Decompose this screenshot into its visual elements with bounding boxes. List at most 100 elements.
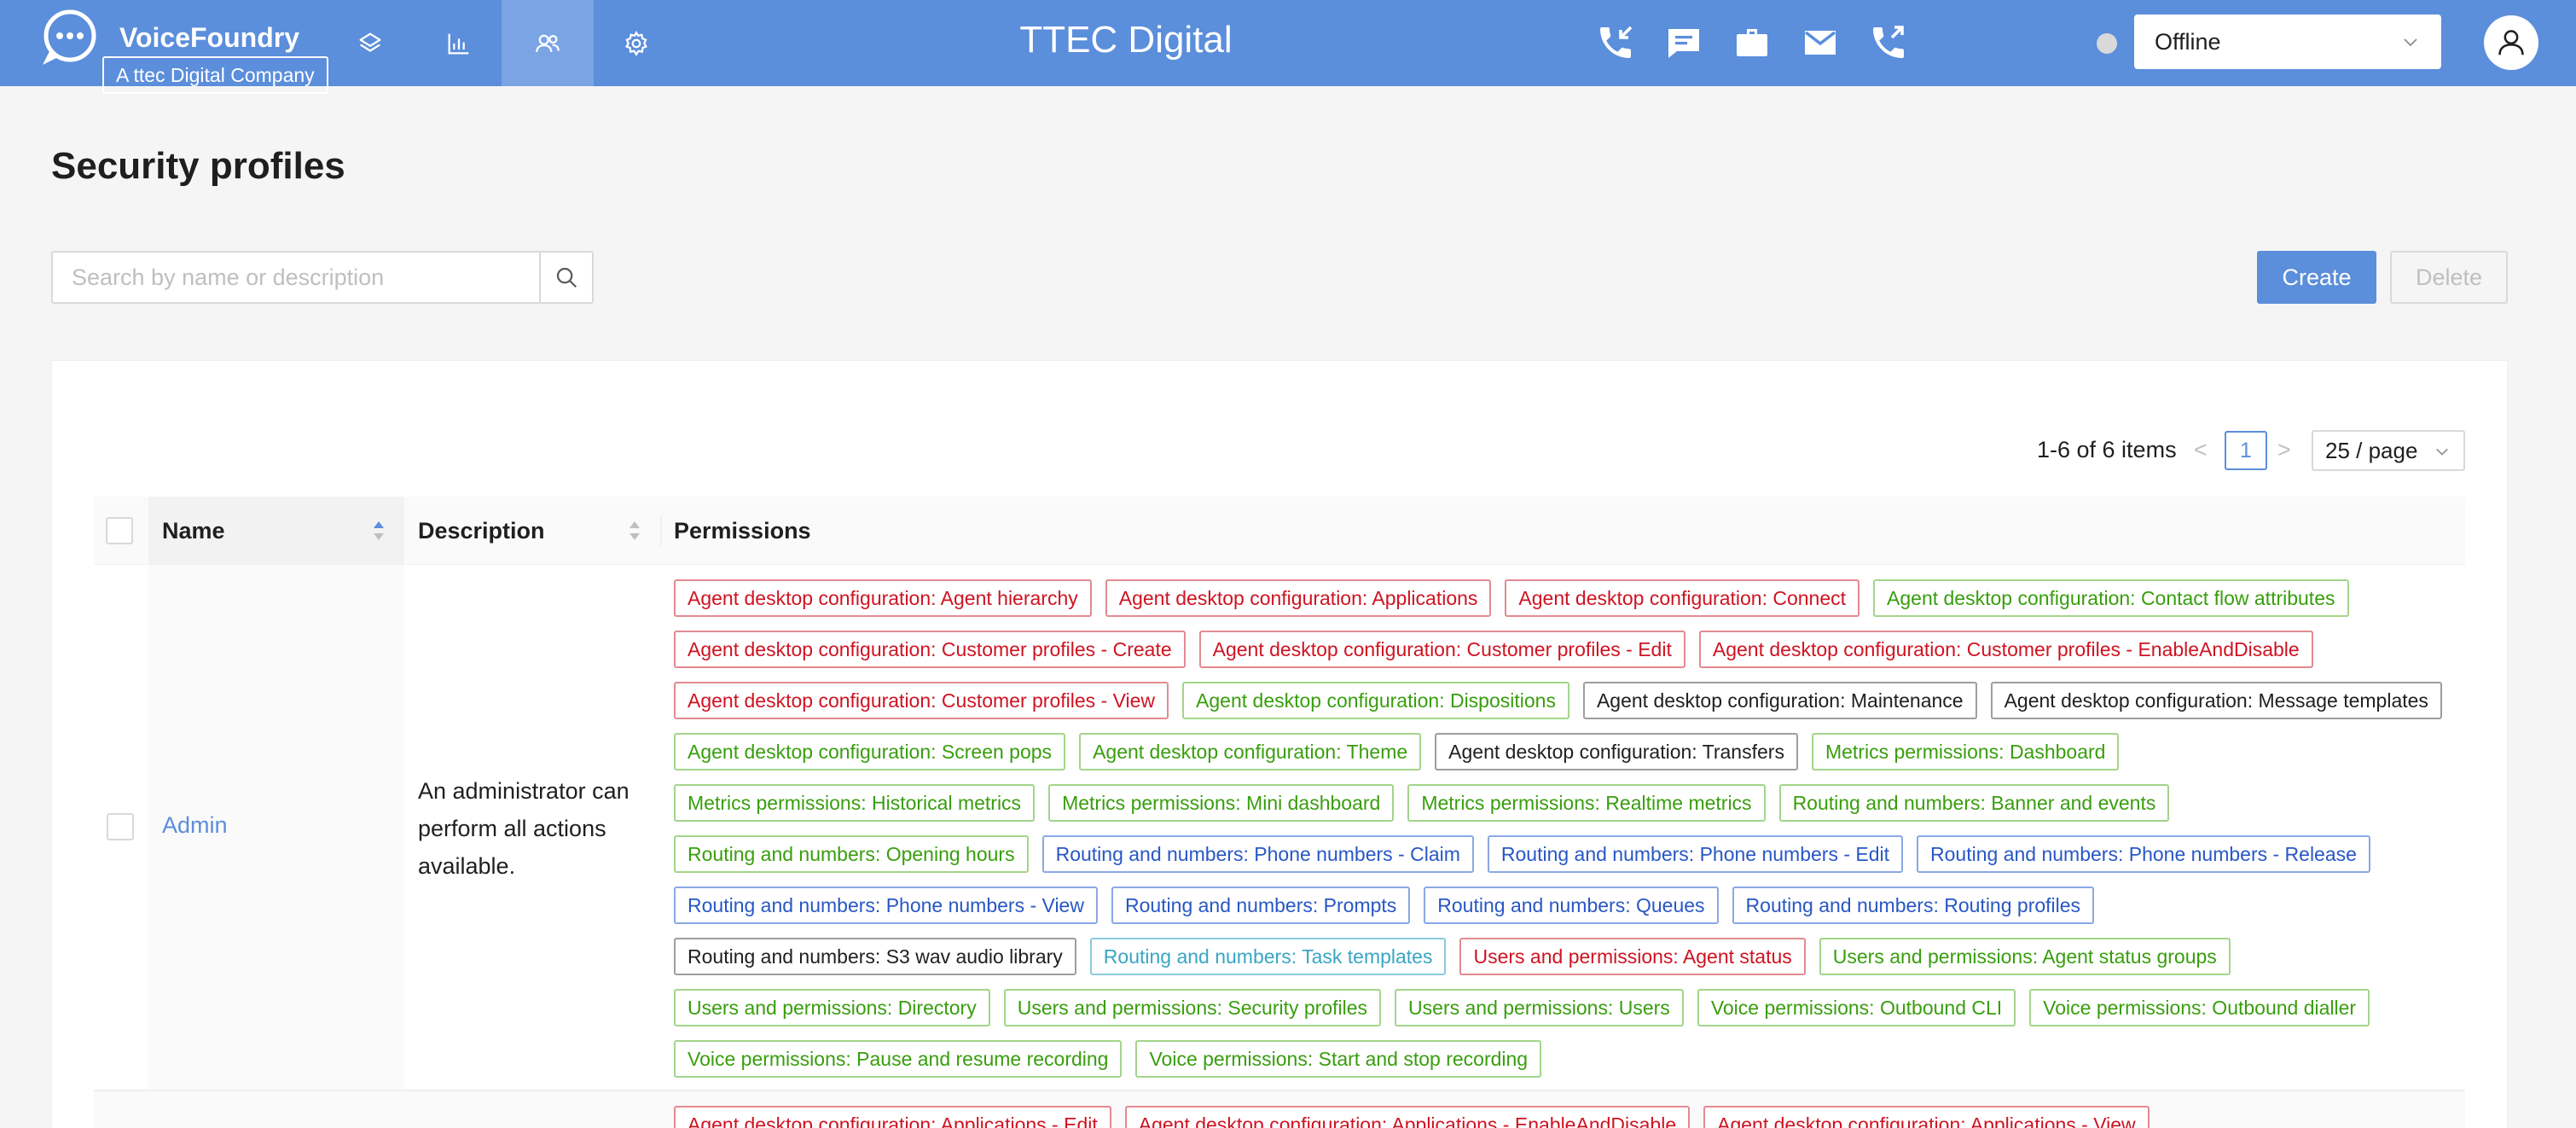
table-header: Name Description Permissions <box>94 497 2465 565</box>
permission-tag: Agent desktop configuration: Customer pr… <box>674 682 1169 719</box>
column-label-name: Name <box>162 517 225 544</box>
permission-tag: Users and permissions: Agent status <box>1459 938 1806 975</box>
chat-icon <box>1668 29 1699 58</box>
permission-tag: Voice permissions: Start and stop record… <box>1135 1040 1542 1078</box>
nav-settings[interactable] <box>590 0 682 86</box>
permission-tags: Agent desktop configuration: Agent hiera… <box>674 579 2457 1091</box>
page-title: Security profiles <box>51 145 345 187</box>
incoming-call-button[interactable] <box>1592 19 1639 67</box>
permission-tag: Routing and numbers: Banner and events <box>1778 784 2170 822</box>
column-label-description: Description <box>418 517 545 544</box>
pagination-total: 1-6 of 6 items <box>2037 437 2177 462</box>
chat-button[interactable] <box>1660 19 1708 67</box>
permission-tag: Agent desktop configuration: Customer pr… <box>1698 631 2313 668</box>
permission-tag: Agent desktop configuration: Message tem… <box>1990 682 2442 719</box>
permission-tag: Voice permissions: Pause and resume reco… <box>674 1040 1123 1078</box>
column-header-name[interactable]: Name <box>148 497 404 565</box>
permission-tag: Routing and numbers: Task templates <box>1089 938 1447 975</box>
permission-tag-row: Agent desktop configuration: Customer pr… <box>674 682 2457 733</box>
select-all-cell <box>106 497 148 565</box>
permission-tag: Agent desktop configuration: Connect <box>1505 579 1860 617</box>
permission-tag: Agent desktop configuration: Agent hiera… <box>674 579 1092 617</box>
sort-icon <box>374 521 384 540</box>
gear-icon <box>625 30 647 56</box>
select-all-checkbox[interactable] <box>106 517 133 544</box>
permission-tag-row: Users and permissions: Directory Users an… <box>674 989 2457 1040</box>
permission-tag: Agent desktop configuration: Disposition… <box>1182 682 1569 719</box>
permission-tag: Agent desktop configuration: Application… <box>1703 1106 2150 1128</box>
bar-chart-icon <box>448 33 469 54</box>
pagination-next-button[interactable]: > <box>2277 437 2291 463</box>
permission-tag: Metrics permissions: Historical metrics <box>674 784 1036 822</box>
email-icon <box>1804 31 1836 55</box>
user-icon <box>2498 30 2524 55</box>
layers-icon <box>359 32 381 52</box>
permission-tag-row: Agent desktop configuration: Customer pr… <box>674 631 2457 682</box>
pagination-prev-button[interactable]: < <box>2194 437 2208 463</box>
permission-tags: Agent desktop configuration: Application… <box>674 1106 2457 1128</box>
permission-tag-row: Routing and numbers: S3 wav audio librar… <box>674 938 2457 989</box>
permission-tag: Agent desktop configuration: Application… <box>1124 1106 1691 1128</box>
permission-tag-row: Routing and numbers: Phone numbers - Vie… <box>674 887 2457 938</box>
permission-tag: Agent desktop configuration: Application… <box>1105 579 1492 617</box>
permission-tag: Users and permissions: Directory <box>674 989 990 1026</box>
user-avatar-button[interactable] <box>2484 15 2538 70</box>
permission-tag: Metrics permissions: Dashboard <box>1811 733 2120 770</box>
nav-layers[interactable] <box>324 0 416 86</box>
search-button[interactable] <box>539 253 592 302</box>
tasks-button[interactable] <box>1728 19 1776 67</box>
brand-logo[interactable]: VoiceFoundry A ttec Digital Company <box>38 7 328 94</box>
nav-users[interactable] <box>502 0 594 86</box>
delete-button[interactable]: Delete <box>2390 251 2508 304</box>
status-indicator-dot <box>2097 33 2117 54</box>
pagination-page-1[interactable]: 1 <box>2225 431 2267 470</box>
permission-tag-row: Metrics permissions: Historical metrics M… <box>674 784 2457 835</box>
chevron-down-icon <box>2436 448 2448 456</box>
permission-tag: Agent desktop configuration: Customer pr… <box>1198 631 1685 668</box>
chevron-down-icon <box>2404 38 2417 47</box>
profile-description: An administrator can perform all actions… <box>418 778 629 879</box>
incoming-call-icon <box>1600 26 1633 58</box>
chat-bubble-logo-icon <box>43 9 96 65</box>
permission-tag: Voice permissions: Outbound dialler <box>2029 989 2370 1026</box>
outgoing-call-icon <box>1873 26 1904 58</box>
permission-tag-row: Agent desktop configuration: Application… <box>674 1106 2457 1128</box>
permission-tag: Routing and numbers: Queues <box>1424 887 1719 924</box>
permission-tag-row: Agent desktop configuration: Agent hiera… <box>674 579 2457 631</box>
permission-tag: Voice permissions: Outbound CLI <box>1697 989 2016 1026</box>
permission-tag: Routing and numbers: Phone numbers - Cla… <box>1041 835 1474 873</box>
create-button[interactable]: Create <box>2257 251 2376 304</box>
search-input[interactable] <box>53 253 542 302</box>
profile-name-link[interactable]: Admin <box>162 812 228 839</box>
permission-tag: Routing and numbers: Phone numbers - Rel… <box>1917 835 2370 873</box>
agent-status-value: Offline <box>2155 28 2221 55</box>
nav-metrics[interactable] <box>413 0 505 86</box>
brand-name: VoiceFoundry <box>119 22 299 53</box>
briefcase-icon <box>1737 29 1767 56</box>
permission-tag: Agent desktop configuration: Application… <box>674 1106 1111 1128</box>
column-header-permissions: Permissions <box>674 497 2380 565</box>
search-box <box>51 251 594 304</box>
users-icon <box>536 34 560 52</box>
permission-tag: Agent desktop configuration: Maintenance <box>1582 682 1977 719</box>
permission-tag: Agent desktop configuration: Customer pr… <box>674 631 1186 668</box>
column-label-permissions: Permissions <box>674 517 811 544</box>
outgoing-call-button[interactable] <box>1865 19 1912 67</box>
page-size-select[interactable]: 25 / page <box>2312 430 2465 471</box>
permission-tag: Routing and numbers: Prompts <box>1111 887 1411 924</box>
email-button[interactable] <box>1796 19 1844 67</box>
permission-tag: Metrics permissions: Mini dashboard <box>1048 784 1395 822</box>
row-checkbox[interactable] <box>107 813 134 840</box>
agent-status-select[interactable]: Offline <box>2134 15 2441 69</box>
permission-tag: Agent desktop configuration: Contact flo… <box>1873 579 2349 617</box>
permission-tag-row: Routing and numbers: Opening hours Routin… <box>674 835 2457 887</box>
permission-tag: Agent desktop configuration: Theme <box>1079 733 1422 770</box>
column-header-description[interactable]: Description <box>404 497 660 565</box>
permission-tag-row: Agent desktop configuration: Screen pops… <box>674 733 2457 784</box>
permission-tag: Agent desktop configuration: Transfers <box>1435 733 1798 770</box>
permission-tag: Users and permissions: Security profiles <box>1003 989 1382 1026</box>
search-icon <box>556 267 577 288</box>
permission-tag: Agent desktop configuration: Screen pops <box>674 733 1066 770</box>
permission-tag-row: Voice permissions: Pause and resume reco… <box>674 1040 2457 1091</box>
permission-tag: Routing and numbers: Routing profiles <box>1732 887 2095 924</box>
